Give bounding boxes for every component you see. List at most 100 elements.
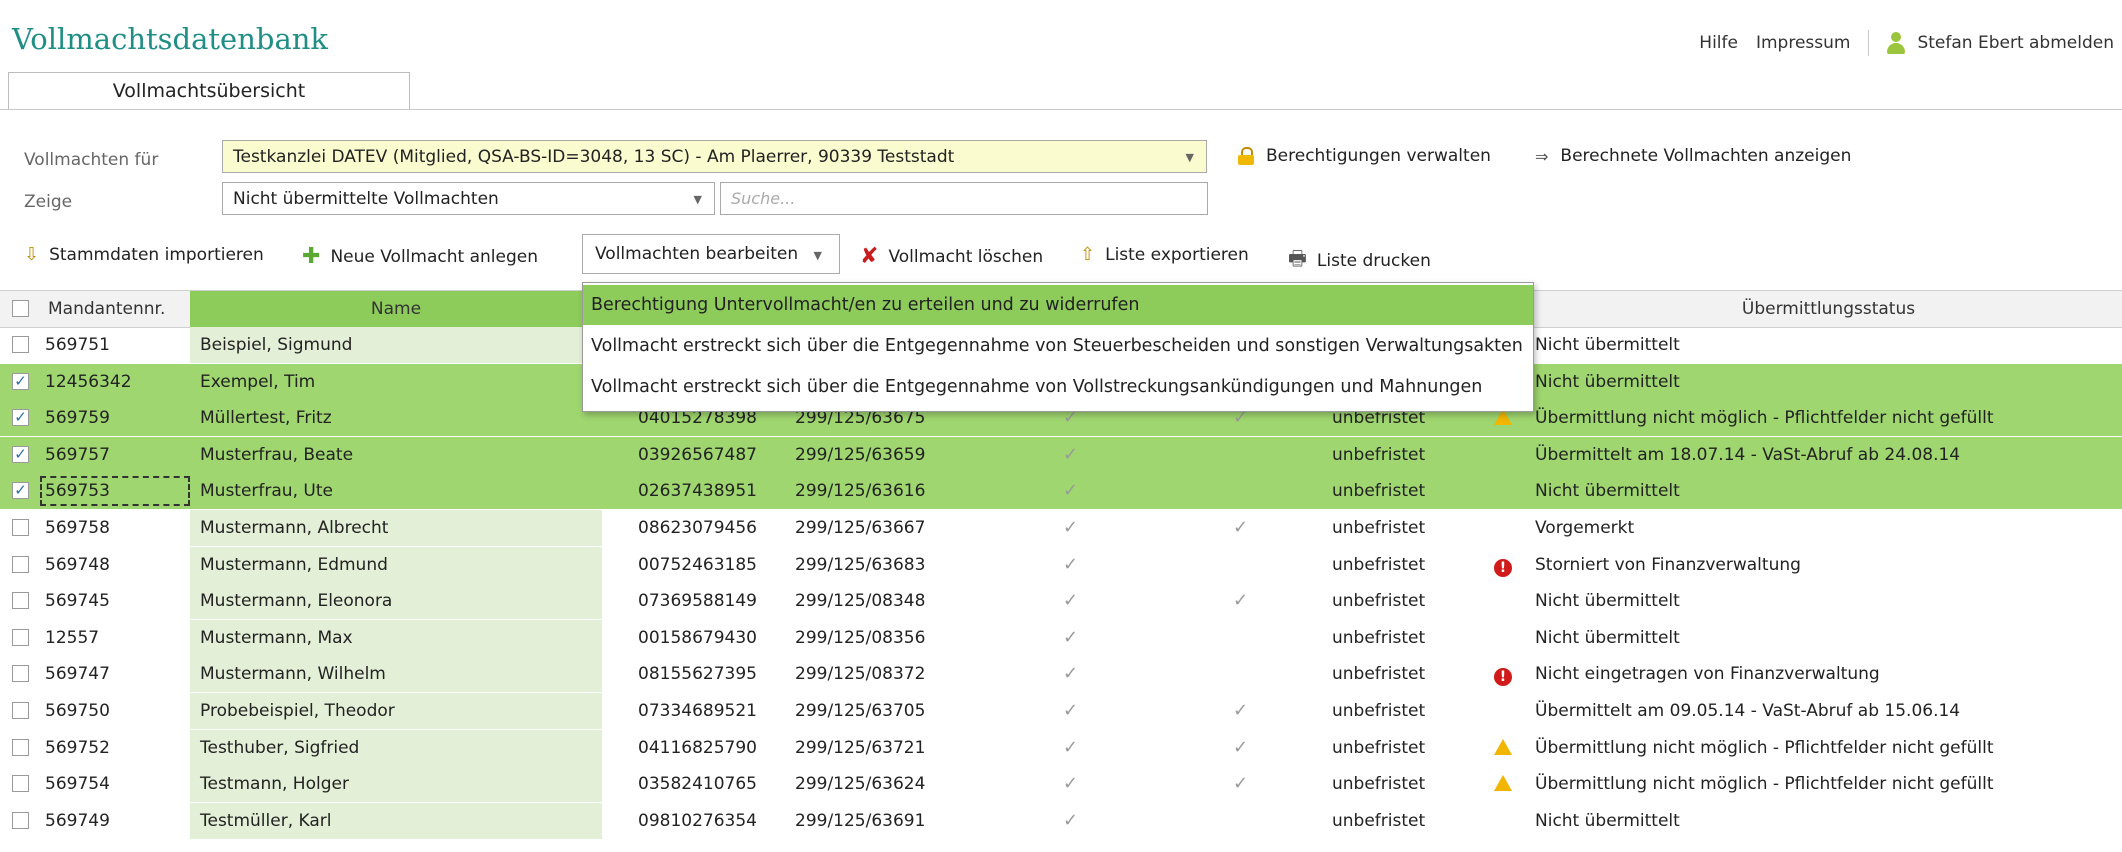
logout-link[interactable]: Stefan Ebert abmelden (1887, 32, 2114, 54)
checkmark-icon: ✓ (1063, 700, 1079, 721)
checkmark-icon: ✓ (1233, 737, 1249, 758)
status-cell: Übermittelt am 09.05.14 - VaSt-Abruf ab … (1535, 701, 1961, 721)
row-checkbox[interactable]: ✓ (12, 446, 29, 463)
client-number-cell: 569748 (45, 555, 110, 575)
row-checkbox[interactable] (12, 519, 29, 536)
client-number-cell: 569754 (45, 774, 110, 794)
row-checkbox[interactable] (12, 739, 29, 756)
client-number-cell: 569745 (45, 591, 110, 611)
validity-cell: unbefristet (1332, 811, 1426, 831)
validity-cell: unbefristet (1332, 628, 1426, 648)
table-row[interactable]: 569747 Mustermann, Wilhelm 08155627395 299/… (0, 656, 2122, 692)
row-checkbox[interactable] (12, 702, 29, 719)
chevron-down-icon: ▼ (693, 193, 702, 206)
row-checkbox[interactable] (12, 336, 29, 353)
status-cell: Übermittelt am 18.07.14 - VaSt-Abruf ab … (1535, 445, 1961, 465)
validity-cell: unbefristet (1332, 591, 1426, 611)
validity-cell: unbefristet (1332, 774, 1426, 794)
column-header-name[interactable]: Name (190, 291, 602, 327)
client-number-cell: 12557 (45, 628, 100, 648)
client-number-cell: 12456342 (45, 372, 132, 392)
table-row[interactable]: 569749 Testmüller, Karl 09810276354 299/125… (0, 803, 2122, 839)
status-cell: Nicht eingetragen von Finanzverwaltung (1535, 664, 1880, 684)
warning-icon (1494, 766, 1512, 802)
checkmark-icon: ✓ (1233, 517, 1249, 538)
error-icon: ! (1494, 656, 1512, 692)
tax-id-cell: 07334689521 (638, 701, 757, 721)
show-calculated-link[interactable]: ⇒ Berechnete Vollmachten anzeigen (1535, 146, 1851, 166)
show-label: Zeige (24, 192, 73, 212)
table-row[interactable]: 569758 Mustermann, Albrecht 08623079456 299… (0, 510, 2122, 546)
new-button[interactable]: ✚ Neue Vollmacht anlegen (302, 244, 538, 269)
client-select[interactable]: Testkanzlei DATEV (Mitglied, QSA-BS-ID=3… (222, 140, 1207, 173)
table-row[interactable]: 569752 Testhuber, Sigfried 04116825790 299/… (0, 730, 2122, 766)
warning-icon (1494, 730, 1512, 766)
status-cell: Nicht übermittelt (1535, 335, 1680, 355)
table-row[interactable]: 12557 Mustermann, Max 00158679430 299/125/0… (0, 620, 2122, 656)
status-cell: Nicht übermittelt (1535, 811, 1680, 831)
checkmark-icon: ✓ (1063, 590, 1079, 611)
table-row[interactable]: 569750 Probebeispiel, Theodor 07334689521 2… (0, 693, 2122, 729)
chevron-down-icon: ▼ (1185, 151, 1194, 164)
table-row[interactable]: ✓ 569757 Musterfrau, Beate 03926567487 299/1… (0, 437, 2122, 473)
row-checkbox[interactable] (12, 665, 29, 682)
row-checkbox[interactable] (12, 629, 29, 646)
select-all-checkbox[interactable] (12, 300, 29, 317)
show-select[interactable]: Nicht übermittelte Vollmachten ▼ (222, 182, 715, 215)
tax-id-cell: 00752463185 (638, 555, 757, 575)
app-title: Vollmachtsdatenbank (12, 22, 328, 56)
status-cell: Storniert von Finanzverwaltung (1535, 555, 1801, 575)
row-checkbox[interactable]: ✓ (12, 482, 29, 499)
tax-number-cell: 299/125/08348 (795, 591, 926, 611)
table-row[interactable]: 569748 Mustermann, Edmund 00752463185 299/1… (0, 547, 2122, 583)
print-label: Liste drucken (1316, 251, 1431, 271)
menu-item-enforcement[interactable]: Vollmacht erstreckt sich über die Entgeg… (583, 367, 1533, 407)
chevron-down-icon: ▼ (813, 249, 822, 262)
export-button[interactable]: ⇧ Liste exportieren (1080, 244, 1249, 265)
table-row[interactable]: 569754 Testmann, Holger 03582410765 299/125… (0, 766, 2122, 802)
column-header-status[interactable]: Übermittlungsstatus (1535, 291, 2122, 327)
validity-cell: unbefristet (1332, 701, 1426, 721)
client-name-cell: Mustermann, Max (200, 628, 353, 648)
menu-item-subpower[interactable]: Berechtigung Untervollmacht/en zu erteil… (583, 285, 1533, 325)
edit-dropdown[interactable]: Vollmachten bearbeiten ▼ (582, 234, 840, 274)
print-button[interactable]: 🖶 Liste drucken (1288, 244, 1431, 278)
row-checkbox[interactable] (12, 592, 29, 609)
row-checkbox[interactable]: ✓ (12, 373, 29, 390)
client-name-cell: Exempel, Tim (200, 372, 316, 392)
validity-cell: unbefristet (1332, 664, 1426, 684)
search-input[interactable]: Suche... (720, 182, 1208, 215)
client-name-cell: Mustermann, Wilhelm (200, 664, 386, 684)
export-label: Liste exportieren (1105, 244, 1249, 265)
client-number-cell: 569750 (45, 701, 110, 721)
table-row[interactable]: 569745 Mustermann, Eleonora 07369588149 299… (0, 583, 2122, 619)
lock-icon (1238, 147, 1254, 165)
tax-number-cell: 299/125/63624 (795, 774, 926, 794)
checkmark-icon: ✓ (1063, 737, 1079, 758)
error-icon: ! (1494, 547, 1512, 583)
menu-item-tax-notices[interactable]: Vollmacht erstreckt sich über die Entgeg… (583, 326, 1533, 366)
row-checkbox[interactable]: ✓ (12, 409, 29, 426)
tax-id-cell: 00158679430 (638, 628, 757, 648)
arrow-up-icon: ⇧ (1080, 244, 1096, 265)
import-button[interactable]: ⇩ Stammdaten importieren (24, 244, 264, 265)
row-checkbox[interactable] (12, 775, 29, 792)
checkmark-icon: ✓ (1233, 590, 1249, 611)
show-calculated-label: Berechnete Vollmachten anzeigen (1560, 146, 1852, 166)
tax-id-cell: 08623079456 (638, 518, 757, 538)
focus-outline (40, 476, 190, 506)
imprint-link[interactable]: Impressum (1756, 33, 1851, 53)
client-name-cell: Mustermann, Albrecht (200, 518, 389, 538)
status-cell: Nicht übermittelt (1535, 628, 1680, 648)
row-checkbox[interactable] (12, 812, 29, 829)
row-checkbox[interactable] (12, 556, 29, 573)
client-name-cell: Testhuber, Sigfried (200, 738, 360, 758)
tab-vollmachtsuebersicht[interactable]: Vollmachtsübersicht (8, 72, 410, 109)
manage-permissions-link[interactable]: Berechtigungen verwalten (1238, 146, 1491, 166)
table-row[interactable]: ✓ 569753 Musterfrau, Ute 02637438951 299/125… (0, 473, 2122, 509)
column-header-id[interactable]: Mandantennr. (48, 291, 188, 327)
client-name-cell: Testmann, Holger (200, 774, 349, 794)
header-links: Hilfe Impressum Stefan Ebert abmelden (1699, 30, 2114, 56)
help-link[interactable]: Hilfe (1699, 33, 1738, 53)
delete-button[interactable]: ✘ Vollmacht löschen (860, 244, 1043, 269)
